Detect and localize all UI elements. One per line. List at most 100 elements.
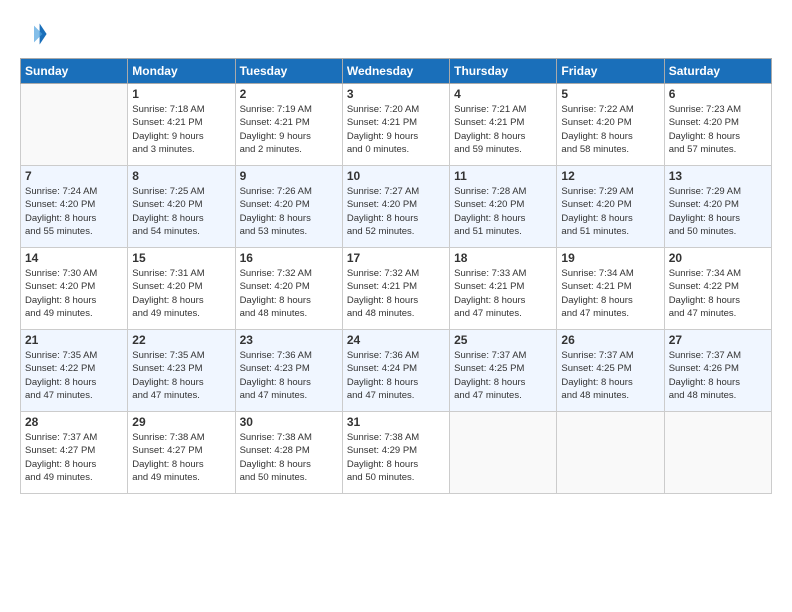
calendar-day-header: Tuesday [235, 59, 342, 84]
calendar-day-header: Friday [557, 59, 664, 84]
calendar-cell: 1 Sunrise: 7:18 AMSunset: 4:21 PMDaylight… [128, 84, 235, 166]
day-info: Sunrise: 7:37 AMSunset: 4:27 PMDaylight:… [25, 431, 123, 484]
day-number: 20 [669, 251, 767, 265]
calendar-cell: 17 Sunrise: 7:32 AMSunset: 4:21 PMDayligh… [342, 248, 449, 330]
day-info: Sunrise: 7:23 AMSunset: 4:20 PMDaylight:… [669, 103, 767, 156]
day-info: Sunrise: 7:26 AMSunset: 4:20 PMDaylight:… [240, 185, 338, 238]
calendar-body: 1 Sunrise: 7:18 AMSunset: 4:21 PMDaylight… [21, 84, 772, 494]
day-info: Sunrise: 7:24 AMSunset: 4:20 PMDaylight:… [25, 185, 123, 238]
day-info: Sunrise: 7:18 AMSunset: 4:21 PMDaylight:… [132, 103, 230, 156]
day-info: Sunrise: 7:35 AMSunset: 4:22 PMDaylight:… [25, 349, 123, 402]
logo [20, 20, 52, 48]
day-number: 24 [347, 333, 445, 347]
day-number: 16 [240, 251, 338, 265]
day-number: 5 [561, 87, 659, 101]
calendar-cell: 27Sunrise: 7:37 AMSunset: 4:26 PMDayligh… [664, 330, 771, 412]
day-info: Sunrise: 7:37 AMSunset: 4:25 PMDaylight:… [561, 349, 659, 402]
day-info: Sunrise: 7:32 AMSunset: 4:21 PMDaylight:… [347, 267, 445, 320]
calendar-cell: 5Sunrise: 7:22 AMSunset: 4:20 PMDaylight… [557, 84, 664, 166]
day-number: 28 [25, 415, 123, 429]
day-number: 11 [454, 169, 552, 183]
calendar-week-row: 28 Sunrise: 7:37 AMSunset: 4:27 PMDayligh… [21, 412, 772, 494]
calendar-cell: 19 Sunrise: 7:34 AMSunset: 4:21 PMDayligh… [557, 248, 664, 330]
calendar-cell: 9 Sunrise: 7:26 AMSunset: 4:20 PMDaylight… [235, 166, 342, 248]
day-number: 10 [347, 169, 445, 183]
calendar-cell: 21Sunrise: 7:35 AMSunset: 4:22 PMDayligh… [21, 330, 128, 412]
day-number: 29 [132, 415, 230, 429]
calendar-day-header: Saturday [664, 59, 771, 84]
day-number: 7 [25, 169, 123, 183]
day-number: 6 [669, 87, 767, 101]
day-info: Sunrise: 7:30 AMSunset: 4:20 PMDaylight:… [25, 267, 123, 320]
day-number: 14 [25, 251, 123, 265]
day-number: 1 [132, 87, 230, 101]
calendar-cell: 25 Sunrise: 7:37 AMSunset: 4:25 PMDayligh… [450, 330, 557, 412]
calendar-cell: 15 Sunrise: 7:31 AMSunset: 4:20 PMDayligh… [128, 248, 235, 330]
calendar-cell: 3 Sunrise: 7:20 AMSunset: 4:21 PMDaylight… [342, 84, 449, 166]
day-info: Sunrise: 7:29 AMSunset: 4:20 PMDaylight:… [669, 185, 767, 238]
day-number: 19 [561, 251, 659, 265]
calendar-cell: 2 Sunrise: 7:19 AMSunset: 4:21 PMDaylight… [235, 84, 342, 166]
day-info: Sunrise: 7:31 AMSunset: 4:20 PMDaylight:… [132, 267, 230, 320]
day-info: Sunrise: 7:25 AMSunset: 4:20 PMDaylight:… [132, 185, 230, 238]
calendar-week-row: 14 Sunrise: 7:30 AMSunset: 4:20 PMDayligh… [21, 248, 772, 330]
calendar-week-row: 21Sunrise: 7:35 AMSunset: 4:22 PMDayligh… [21, 330, 772, 412]
day-number: 18 [454, 251, 552, 265]
day-info: Sunrise: 7:19 AMSunset: 4:21 PMDaylight:… [240, 103, 338, 156]
page-container: SundayMondayTuesdayWednesdayThursdayFrid… [0, 0, 792, 504]
calendar-cell [664, 412, 771, 494]
day-number: 2 [240, 87, 338, 101]
day-info: Sunrise: 7:38 AMSunset: 4:29 PMDaylight:… [347, 431, 445, 484]
calendar-header-row: SundayMondayTuesdayWednesdayThursdayFrid… [21, 59, 772, 84]
calendar-table: SundayMondayTuesdayWednesdayThursdayFrid… [20, 58, 772, 494]
day-info: Sunrise: 7:37 AMSunset: 4:25 PMDaylight:… [454, 349, 552, 402]
day-info: Sunrise: 7:20 AMSunset: 4:21 PMDaylight:… [347, 103, 445, 156]
day-number: 8 [132, 169, 230, 183]
calendar-day-header: Wednesday [342, 59, 449, 84]
day-number: 23 [240, 333, 338, 347]
calendar-cell [450, 412, 557, 494]
calendar-cell: 12Sunrise: 7:29 AMSunset: 4:20 PMDayligh… [557, 166, 664, 248]
calendar-week-row: 7 Sunrise: 7:24 AMSunset: 4:20 PMDaylight… [21, 166, 772, 248]
day-number: 4 [454, 87, 552, 101]
calendar-cell [557, 412, 664, 494]
calendar-cell: 22 Sunrise: 7:35 AMSunset: 4:23 PMDayligh… [128, 330, 235, 412]
calendar-day-header: Thursday [450, 59, 557, 84]
day-info: Sunrise: 7:28 AMSunset: 4:20 PMDaylight:… [454, 185, 552, 238]
day-info: Sunrise: 7:35 AMSunset: 4:23 PMDaylight:… [132, 349, 230, 402]
day-number: 26 [561, 333, 659, 347]
calendar-cell: 10 Sunrise: 7:27 AMSunset: 4:20 PMDayligh… [342, 166, 449, 248]
day-number: 15 [132, 251, 230, 265]
day-number: 30 [240, 415, 338, 429]
calendar-cell: 18 Sunrise: 7:33 AMSunset: 4:21 PMDayligh… [450, 248, 557, 330]
day-number: 3 [347, 87, 445, 101]
header [20, 16, 772, 48]
calendar-cell: 28 Sunrise: 7:37 AMSunset: 4:27 PMDayligh… [21, 412, 128, 494]
day-info: Sunrise: 7:29 AMSunset: 4:20 PMDaylight:… [561, 185, 659, 238]
day-info: Sunrise: 7:21 AMSunset: 4:21 PMDaylight:… [454, 103, 552, 156]
day-number: 25 [454, 333, 552, 347]
day-info: Sunrise: 7:34 AMSunset: 4:22 PMDaylight:… [669, 267, 767, 320]
calendar-cell: 26 Sunrise: 7:37 AMSunset: 4:25 PMDayligh… [557, 330, 664, 412]
calendar-cell: 13 Sunrise: 7:29 AMSunset: 4:20 PMDayligh… [664, 166, 771, 248]
day-number: 9 [240, 169, 338, 183]
day-info: Sunrise: 7:27 AMSunset: 4:20 PMDaylight:… [347, 185, 445, 238]
calendar-cell: 23 Sunrise: 7:36 AMSunset: 4:23 PMDayligh… [235, 330, 342, 412]
day-info: Sunrise: 7:33 AMSunset: 4:21 PMDaylight:… [454, 267, 552, 320]
calendar-cell: 8 Sunrise: 7:25 AMSunset: 4:20 PMDaylight… [128, 166, 235, 248]
calendar-cell [21, 84, 128, 166]
calendar-week-row: 1 Sunrise: 7:18 AMSunset: 4:21 PMDaylight… [21, 84, 772, 166]
calendar-cell: 6 Sunrise: 7:23 AMSunset: 4:20 PMDaylight… [664, 84, 771, 166]
calendar-cell: 7 Sunrise: 7:24 AMSunset: 4:20 PMDaylight… [21, 166, 128, 248]
day-number: 22 [132, 333, 230, 347]
day-number: 31 [347, 415, 445, 429]
calendar-cell: 16 Sunrise: 7:32 AMSunset: 4:20 PMDayligh… [235, 248, 342, 330]
day-info: Sunrise: 7:32 AMSunset: 4:20 PMDaylight:… [240, 267, 338, 320]
day-info: Sunrise: 7:34 AMSunset: 4:21 PMDaylight:… [561, 267, 659, 320]
day-info: Sunrise: 7:36 AMSunset: 4:23 PMDaylight:… [240, 349, 338, 402]
calendar-cell: 11 Sunrise: 7:28 AMSunset: 4:20 PMDayligh… [450, 166, 557, 248]
day-number: 17 [347, 251, 445, 265]
day-number: 13 [669, 169, 767, 183]
calendar-cell: 24Sunrise: 7:36 AMSunset: 4:24 PMDayligh… [342, 330, 449, 412]
calendar-day-header: Monday [128, 59, 235, 84]
